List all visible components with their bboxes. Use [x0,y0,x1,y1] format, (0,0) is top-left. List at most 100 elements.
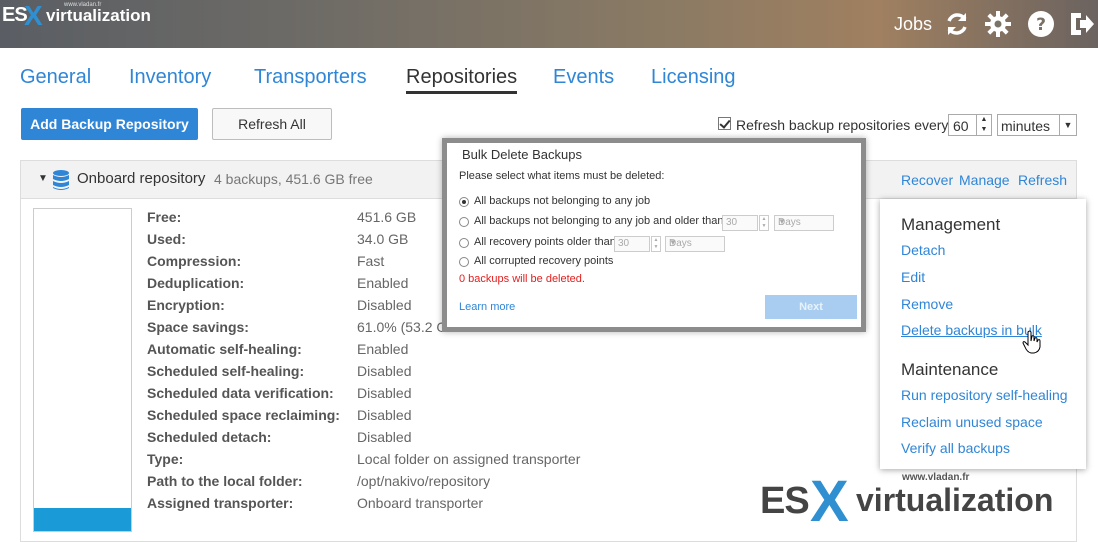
property-value: Local folder on assigned transporter [357,451,581,467]
manage-link[interactable]: Manage [959,172,1010,188]
maintenance-heading: Maintenance [901,360,999,379]
auto-refresh-label: Refresh backup repositories every [736,117,949,133]
refresh-interval-value: 60 [953,118,969,134]
stepper-arrows-icon[interactable]: ▲ ▼ [759,215,769,231]
add-backup-repository-button[interactable]: Add Backup Repository [21,108,198,140]
property-value: 451.6 GB [357,209,417,225]
property-label: Deduplication: [147,275,245,291]
manage-menu: Management Detach Edit Remove Delete bac… [880,199,1086,469]
radio-button[interactable] [459,217,469,227]
option-label: All backups not belonging to any job and… [474,215,724,227]
svg-text:?: ? [1036,15,1046,35]
property-row: Scheduled data verification: Disabled [147,385,747,407]
tab-inventory[interactable]: Inventory [129,66,211,89]
collapse-caret-icon[interactable]: ▼ [38,173,48,184]
property-value: Disabled [357,407,412,423]
storage-usage-gauge [33,208,132,532]
property-value: Onboard transporter [357,495,484,511]
reclaim-space-menu-item[interactable]: Reclaim unused space [901,414,1043,430]
radio-button[interactable] [459,238,469,248]
repository-summary: 4 backups, 451.6 GB free [214,171,373,187]
edit-menu-item[interactable]: Edit [901,269,925,285]
property-value: Enabled [357,341,409,357]
refresh-unit-select[interactable]: minutes ▼ [997,114,1077,136]
storage-usage-fill [34,508,131,531]
refresh-unit-value: minutes [1001,118,1051,134]
property-label: Path to the local folder: [147,473,303,489]
watermark-rest-text: virtualization [856,482,1054,518]
radio-button[interactable] [459,257,469,267]
help-icon[interactable]: ? [1027,10,1055,38]
database-icon [52,169,70,191]
tab-licensing[interactable]: Licensing [651,66,736,89]
logout-icon[interactable] [1067,10,1095,38]
property-label: Automatic self-healing: [147,341,302,357]
remove-menu-item[interactable]: Remove [901,296,953,312]
detach-menu-item[interactable]: Detach [901,242,945,258]
tab-events[interactable]: Events [553,66,614,89]
dialog-title: Bulk Delete Backups [462,147,582,162]
refresh-all-button[interactable]: Refresh All [212,108,332,140]
logo-url-text: www.vladan.fr [64,2,102,8]
property-label: Scheduled space reclaiming: [147,407,340,423]
learn-more-link[interactable]: Learn more [459,301,515,313]
stepper-arrows-icon[interactable]: ▲ ▼ [976,115,991,135]
stepper-arrows-icon[interactable]: ▲ ▼ [651,236,661,252]
auto-refresh-checkbox[interactable] [718,117,731,130]
next-button[interactable]: Next [765,295,857,319]
chevron-down-icon: ▼ [1059,115,1076,135]
tab-transporters[interactable]: Transporters [254,66,367,89]
property-row: Scheduled detach: Disabled [147,429,747,451]
property-row: Scheduled space reclaiming: Disabled [147,407,747,429]
days-value: 30 [618,238,630,249]
radio-button[interactable] [459,197,469,207]
property-label: Used: [147,231,186,247]
property-label: Scheduled detach: [147,429,272,445]
chevron-down-icon: ▼ [669,238,677,247]
refresh-link[interactable]: Refresh [1018,172,1067,188]
property-label: Space savings: [147,319,249,335]
days-unit-select[interactable]: Days ▼ [665,236,725,252]
gear-icon[interactable] [984,10,1012,38]
property-value: Enabled [357,275,409,291]
hand-cursor-icon [1022,330,1042,354]
option-label: All corrupted recovery points [474,255,614,267]
recover-link[interactable]: Recover [901,172,953,188]
property-value: Disabled [357,297,412,313]
refresh-interval-stepper[interactable]: 60 ▲ ▼ [948,114,992,136]
property-value: 34.0 GB [357,231,409,247]
management-heading: Management [901,215,1001,234]
property-label: Scheduled self-healing: [147,363,305,379]
top-bar: ES X virtualization www.vladan.fr Jobs ? [0,0,1098,48]
property-label: Encryption: [147,297,225,313]
days-input[interactable]: 30 [614,236,650,252]
dialog-prompt: Please select what items must be deleted… [459,170,665,182]
property-row: Type: Local folder on assigned transporte… [147,451,747,473]
brand-logo: ES X virtualization www.vladan.fr [2,0,152,31]
option-label: All recovery points older than [474,236,616,248]
property-row: Assigned transporter: Onboard transporter [147,495,747,517]
property-label: Type: [147,451,184,467]
property-value: 61.0% (53.2 G [357,319,448,335]
tab-general[interactable]: General [20,66,91,89]
refresh-icon[interactable] [943,10,971,38]
property-label: Compression: [147,253,242,269]
watermark-x-text: X [810,469,849,534]
logo-x-text: X [24,0,43,31]
self-healing-menu-item[interactable]: Run repository self-healing [901,387,1068,403]
delete-backups-in-bulk-menu-item[interactable]: Delete backups in bulk [901,322,1042,338]
logo-es-text: ES [2,4,28,26]
option-label: All backups not belonging to any job [474,195,651,207]
days-value: 30 [726,217,738,228]
property-label: Scheduled data verification: [147,385,334,401]
days-input[interactable]: 30 [722,215,758,231]
property-value: /opt/nakivo/repository [357,473,491,489]
jobs-link[interactable]: Jobs [894,14,932,35]
property-row: Path to the local folder: /opt/nakivo/rep… [147,473,747,495]
tab-repositories[interactable]: Repositories [406,66,518,94]
days-unit-select[interactable]: Days ▼ [774,215,834,231]
verify-backups-menu-item[interactable]: Verify all backups [901,440,1010,456]
chevron-down-icon: ▼ [778,217,786,226]
watermark-logo: www.vladan.fr ES X virtualization [760,469,1090,534]
property-value: Disabled [357,385,412,401]
